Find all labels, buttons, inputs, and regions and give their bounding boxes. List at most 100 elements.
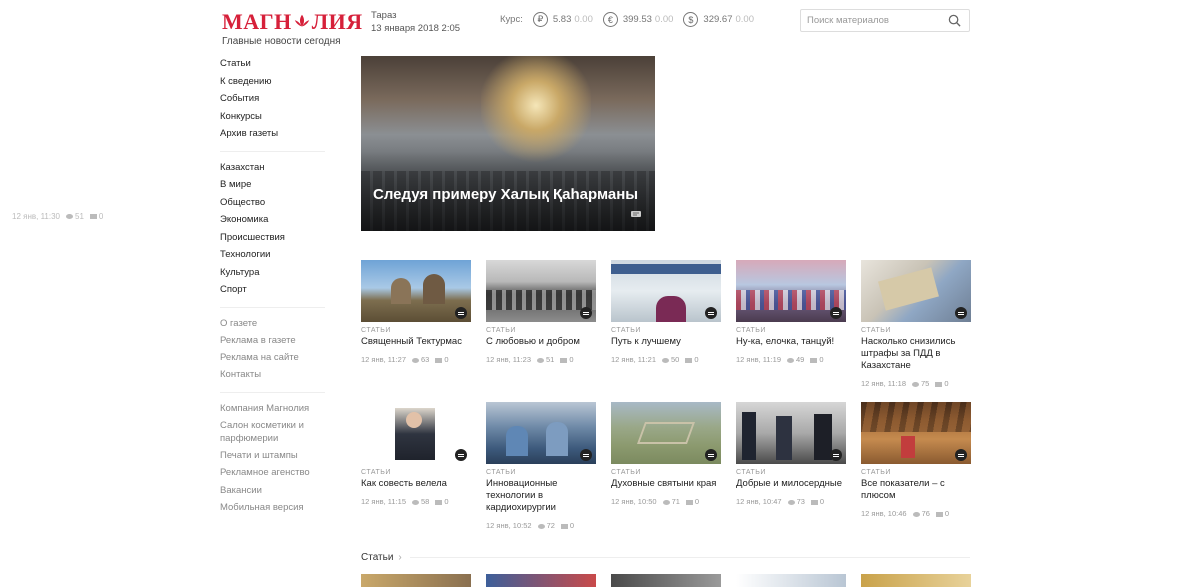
card-comments: 0 — [560, 521, 574, 530]
nav-item-sport[interactable]: Спорт — [220, 281, 325, 299]
article-card[interactable]: СТАТЬИ Добрые и милосердные 12 янв, 10:4… — [736, 402, 846, 506]
location-block: Тараз 13 января 2018 2:05 — [371, 9, 460, 35]
nav-item-events[interactable]: События — [220, 90, 325, 108]
card-comments: 0 — [810, 355, 824, 364]
card-image — [736, 402, 846, 464]
rate-dollar: $ 329.67 0.00 — [683, 12, 754, 27]
card-title[interactable]: Духовные святыни края — [611, 478, 721, 490]
nav-item-salon[interactable]: Салон косметики и парфюмерии — [220, 417, 312, 447]
comment-icon — [935, 511, 943, 517]
card-image — [861, 260, 971, 322]
nav-item-incidents[interactable]: Происшествия — [220, 229, 325, 247]
site-logo[interactable]: МАГН ЛИЯ Главные новости сегодня — [222, 9, 363, 48]
nav-item-contacts[interactable]: Контакты — [220, 366, 325, 383]
nav-item-culture[interactable]: Культура — [220, 264, 325, 282]
rate-euro: € 399.53 0.00 — [602, 12, 673, 27]
card-category[interactable]: СТАТЬИ — [736, 327, 846, 334]
comments-count: 0 — [819, 355, 824, 364]
nav-group-company: Компания Магнолия Салон косметики и парф… — [220, 400, 325, 524]
comment-icon — [685, 357, 693, 363]
article-thumb-partial[interactable] — [861, 574, 971, 587]
card-title[interactable]: Насколько снизились штрафы за ПДД в Каза… — [861, 336, 971, 372]
hero-date: 12 янв, 11:30 — [12, 212, 60, 221]
hero-article[interactable]: Следуя примеру Халық Қаһарманы — [361, 56, 655, 231]
section-title[interactable]: Статьи — [361, 552, 393, 563]
article-card[interactable]: СТАТЬИ Инновационные технологии в кардио… — [486, 402, 596, 530]
comment-icon — [810, 499, 818, 505]
card-meta: 12 янв, 11:15 58 0 — [361, 497, 471, 506]
card-date: 12 янв, 10:46 — [861, 509, 907, 518]
card-category[interactable]: СТАТЬИ — [361, 469, 471, 476]
article-thumb-partial[interactable] — [736, 574, 846, 587]
comment-badge-icon — [830, 307, 842, 319]
nav-item-company[interactable]: Компания Магнолия — [220, 400, 325, 417]
nav-item-world[interactable]: В мире — [220, 176, 325, 194]
card-category[interactable]: СТАТЬИ — [486, 327, 596, 334]
nav-item-society[interactable]: Общество — [220, 194, 325, 212]
hero-views-count: 51 — [75, 212, 84, 221]
hero-title[interactable]: Следуя примеру Халық Қаһарманы — [373, 186, 638, 203]
card-title[interactable]: Все показатели – с плюсом — [861, 478, 971, 502]
article-thumb-partial[interactable] — [486, 574, 596, 587]
card-image — [486, 402, 596, 464]
eye-icon — [787, 357, 794, 363]
article-card[interactable]: СТАТЬИ Как совесть велела 12 янв, 11:15 … — [361, 402, 471, 506]
nav-item-stamps[interactable]: Печати и штампы — [220, 447, 325, 464]
hero-comments: 0 — [89, 212, 103, 221]
article-thumb-partial[interactable] — [361, 574, 471, 587]
comment-icon — [560, 357, 568, 363]
card-title[interactable]: С любовью и добром — [486, 336, 596, 348]
nav-item-about[interactable]: О газете — [220, 315, 325, 332]
card-title[interactable]: Добрые и милосердные — [736, 478, 846, 490]
eye-icon — [787, 499, 795, 505]
nav-item-contests[interactable]: Конкурсы — [220, 108, 325, 126]
card-category[interactable]: СТАТЬИ — [861, 469, 971, 476]
logo-word-right: ЛИЯ — [311, 9, 363, 34]
card-title[interactable]: Инновационные технологии в кардиохирурги… — [486, 478, 596, 514]
section-heading-articles[interactable]: Статьи › — [361, 552, 970, 563]
card-date: 12 янв, 11:19 — [736, 355, 781, 364]
article-card[interactable]: СТАТЬИ Все показатели – с плюсом 12 янв,… — [861, 402, 971, 518]
eye-icon — [537, 523, 545, 529]
nav-item-archive[interactable]: Архив газеты — [220, 125, 325, 143]
card-date: 12 янв, 11:27 — [361, 355, 406, 364]
nav-item-vacancies[interactable]: Вакансии — [220, 482, 325, 499]
card-category[interactable]: СТАТЬИ — [486, 469, 596, 476]
card-views: 73 — [787, 497, 805, 506]
article-card[interactable]: СТАТЬИ Насколько снизились штрафы за ПДД… — [861, 260, 971, 388]
nav-item-print-ads[interactable]: Реклама в газете — [220, 332, 325, 349]
article-thumb-partial[interactable] — [611, 574, 721, 587]
card-title[interactable]: Как совесть велела — [361, 478, 471, 490]
card-category[interactable]: СТАТЬИ — [611, 469, 721, 476]
nav-item-notice[interactable]: К сведению — [220, 73, 325, 91]
nav-item-technology[interactable]: Технологии — [220, 246, 325, 264]
comment-icon — [685, 499, 693, 505]
dollar-icon: $ — [683, 12, 699, 27]
article-card[interactable]: СТАТЬИ С любовью и добром 12 янв, 11:23 … — [486, 260, 596, 364]
article-card[interactable]: СТАТЬИ Путь к лучшему 12 янв, 11:21 50 0 — [611, 260, 721, 364]
search-button[interactable] — [941, 10, 967, 31]
article-card[interactable]: СТАТЬИ Духовные святыни края 12 янв, 10:… — [611, 402, 721, 506]
card-comments: 0 — [435, 355, 449, 364]
card-category[interactable]: СТАТЬИ — [611, 327, 721, 334]
card-title[interactable]: Ну-ка, елочка, танцуй! — [736, 336, 846, 348]
article-card[interactable]: СТАТЬИ Ну-ка, елочка, танцуй! 12 янв, 11… — [736, 260, 846, 364]
card-category[interactable]: СТАТЬИ — [361, 327, 471, 334]
card-date: 12 янв, 11:15 — [361, 497, 406, 506]
card-title[interactable]: Путь к лучшему — [611, 336, 721, 348]
card-category[interactable]: СТАТЬИ — [736, 469, 846, 476]
nav-item-site-ads[interactable]: Реклама на сайте — [220, 349, 325, 366]
nav-item-economy[interactable]: Экономика — [220, 211, 325, 229]
current-datetime: 13 января 2018 2:05 — [371, 23, 461, 34]
nav-item-articles[interactable]: Статьи — [220, 55, 325, 73]
card-category[interactable]: СТАТЬИ — [861, 327, 971, 334]
nav-item-kazakhstan[interactable]: Казахстан — [220, 159, 325, 177]
nav-item-ad-agency[interactable]: Рекламное агенство — [220, 464, 325, 481]
comment-icon — [935, 381, 943, 387]
card-title[interactable]: Священный Тектурмас — [361, 336, 471, 348]
nav-item-mobile[interactable]: Мобильная версия — [220, 499, 325, 516]
comments-count: 0 — [944, 509, 950, 518]
card-image — [611, 260, 721, 322]
article-card[interactable]: СТАТЬИ Священный Тектурмас 12 янв, 11:27… — [361, 260, 471, 364]
search-input[interactable] — [801, 10, 941, 31]
